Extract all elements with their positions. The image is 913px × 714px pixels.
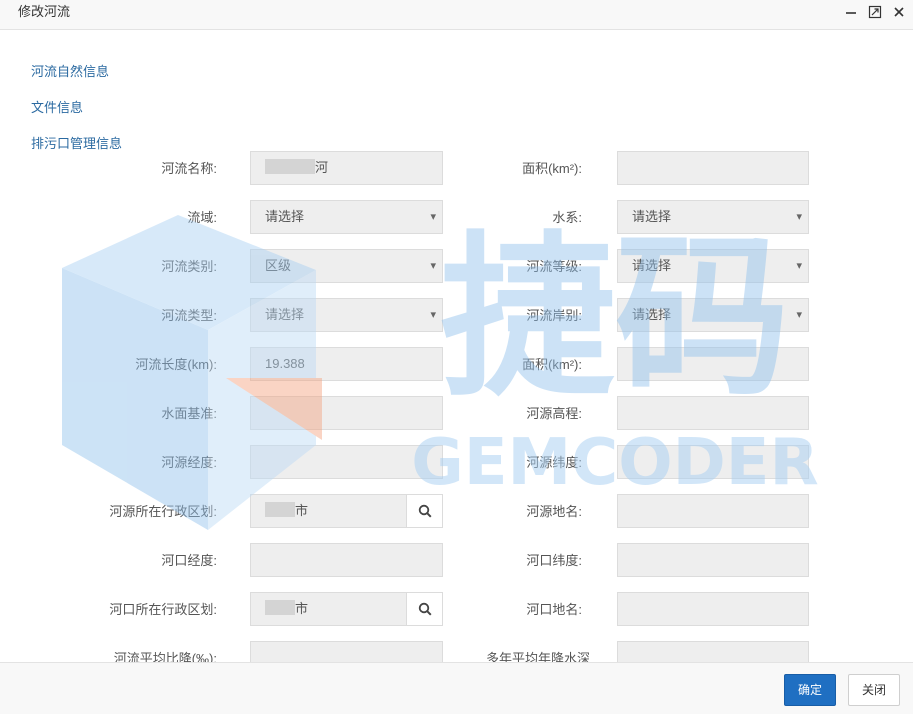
basin-label: 流域: <box>187 210 217 225</box>
source-elevation-label: 河源高程: <box>526 406 582 421</box>
title-bar: 修改河流 <box>0 0 913 30</box>
river-length-field[interactable]: 19.388 <box>250 347 443 381</box>
source-longitude-field[interactable] <box>250 445 443 479</box>
sidebar-item-outfall-info[interactable]: 排污口管理信息 <box>31 133 122 152</box>
search-icon[interactable] <box>406 495 442 527</box>
basin-select[interactable]: 请选择 <box>250 200 443 234</box>
river-grade-label: 河流等级: <box>526 259 582 274</box>
river-type-select[interactable]: 请选择 <box>250 298 443 332</box>
mouth-latitude-field[interactable] <box>617 543 809 577</box>
area-label-2: 面积(km²): <box>522 357 582 372</box>
water-datum-label: 水面基准: <box>161 406 217 421</box>
close-icon[interactable] <box>890 3 908 21</box>
river-category-select[interactable]: 区级 <box>250 249 443 283</box>
river-length-label: 河流长度(km): <box>135 357 217 372</box>
source-region-value: 市 <box>295 503 309 518</box>
area-label: 面积(km²): <box>522 161 582 176</box>
river-name-label: 河流名称: <box>161 161 217 176</box>
sidebar-item-file-info[interactable]: 文件信息 <box>31 97 83 116</box>
area-field[interactable] <box>617 151 809 185</box>
source-region-field[interactable]: 市 <box>250 494 443 528</box>
dialog-footer: 确定 关闭 <box>0 662 913 714</box>
river-grade-select[interactable]: 请选择 <box>617 249 809 283</box>
river-category-label: 河流类别: <box>161 259 217 274</box>
source-place-field[interactable] <box>617 494 809 528</box>
mouth-place-label: 河口地名: <box>526 602 582 617</box>
mouth-region-label: 河口所在行政区划: <box>109 602 217 617</box>
river-name-value: 河 <box>315 160 329 175</box>
source-latitude-field[interactable] <box>617 445 809 479</box>
source-elevation-field[interactable] <box>617 396 809 430</box>
source-region-label: 河源所在行政区划: <box>109 504 217 519</box>
river-name-field[interactable]: 河 <box>250 151 443 185</box>
confirm-button[interactable]: 确定 <box>784 674 836 706</box>
water-system-select[interactable]: 请选择 <box>617 200 809 234</box>
redacted-text <box>265 600 295 615</box>
source-longitude-label: 河源经度: <box>161 455 217 470</box>
sidebar-item-natural-info[interactable]: 河流自然信息 <box>31 61 109 80</box>
source-place-label: 河源地名: <box>526 504 582 519</box>
mouth-region-field[interactable]: 市 <box>250 592 443 626</box>
mouth-longitude-label: 河口经度: <box>161 553 217 568</box>
mouth-place-field[interactable] <box>617 592 809 626</box>
bank-type-select[interactable]: 请选择 <box>617 298 809 332</box>
redacted-text <box>265 502 295 517</box>
redacted-text <box>265 159 315 174</box>
edit-river-dialog: 修改河流 河流自然信息 文件信息 排污口管理信息 河流名称: 河 面积(km²)… <box>0 0 913 714</box>
area-field-2[interactable] <box>617 347 809 381</box>
source-latitude-label: 河源纬度: <box>526 455 582 470</box>
river-type-label: 河流类型: <box>161 308 217 323</box>
minimize-icon[interactable] <box>842 3 860 21</box>
water-system-label: 水系: <box>552 210 582 225</box>
mouth-region-value: 市 <box>295 601 309 616</box>
mouth-latitude-label: 河口纬度: <box>526 553 582 568</box>
mouth-longitude-field[interactable] <box>250 543 443 577</box>
search-icon[interactable] <box>406 593 442 625</box>
maximize-icon[interactable] <box>866 3 884 21</box>
bank-type-label: 河流岸别: <box>526 308 582 323</box>
close-button[interactable]: 关闭 <box>848 674 900 706</box>
water-datum-field[interactable] <box>250 396 443 430</box>
dialog-title: 修改河流 <box>18 4 71 19</box>
